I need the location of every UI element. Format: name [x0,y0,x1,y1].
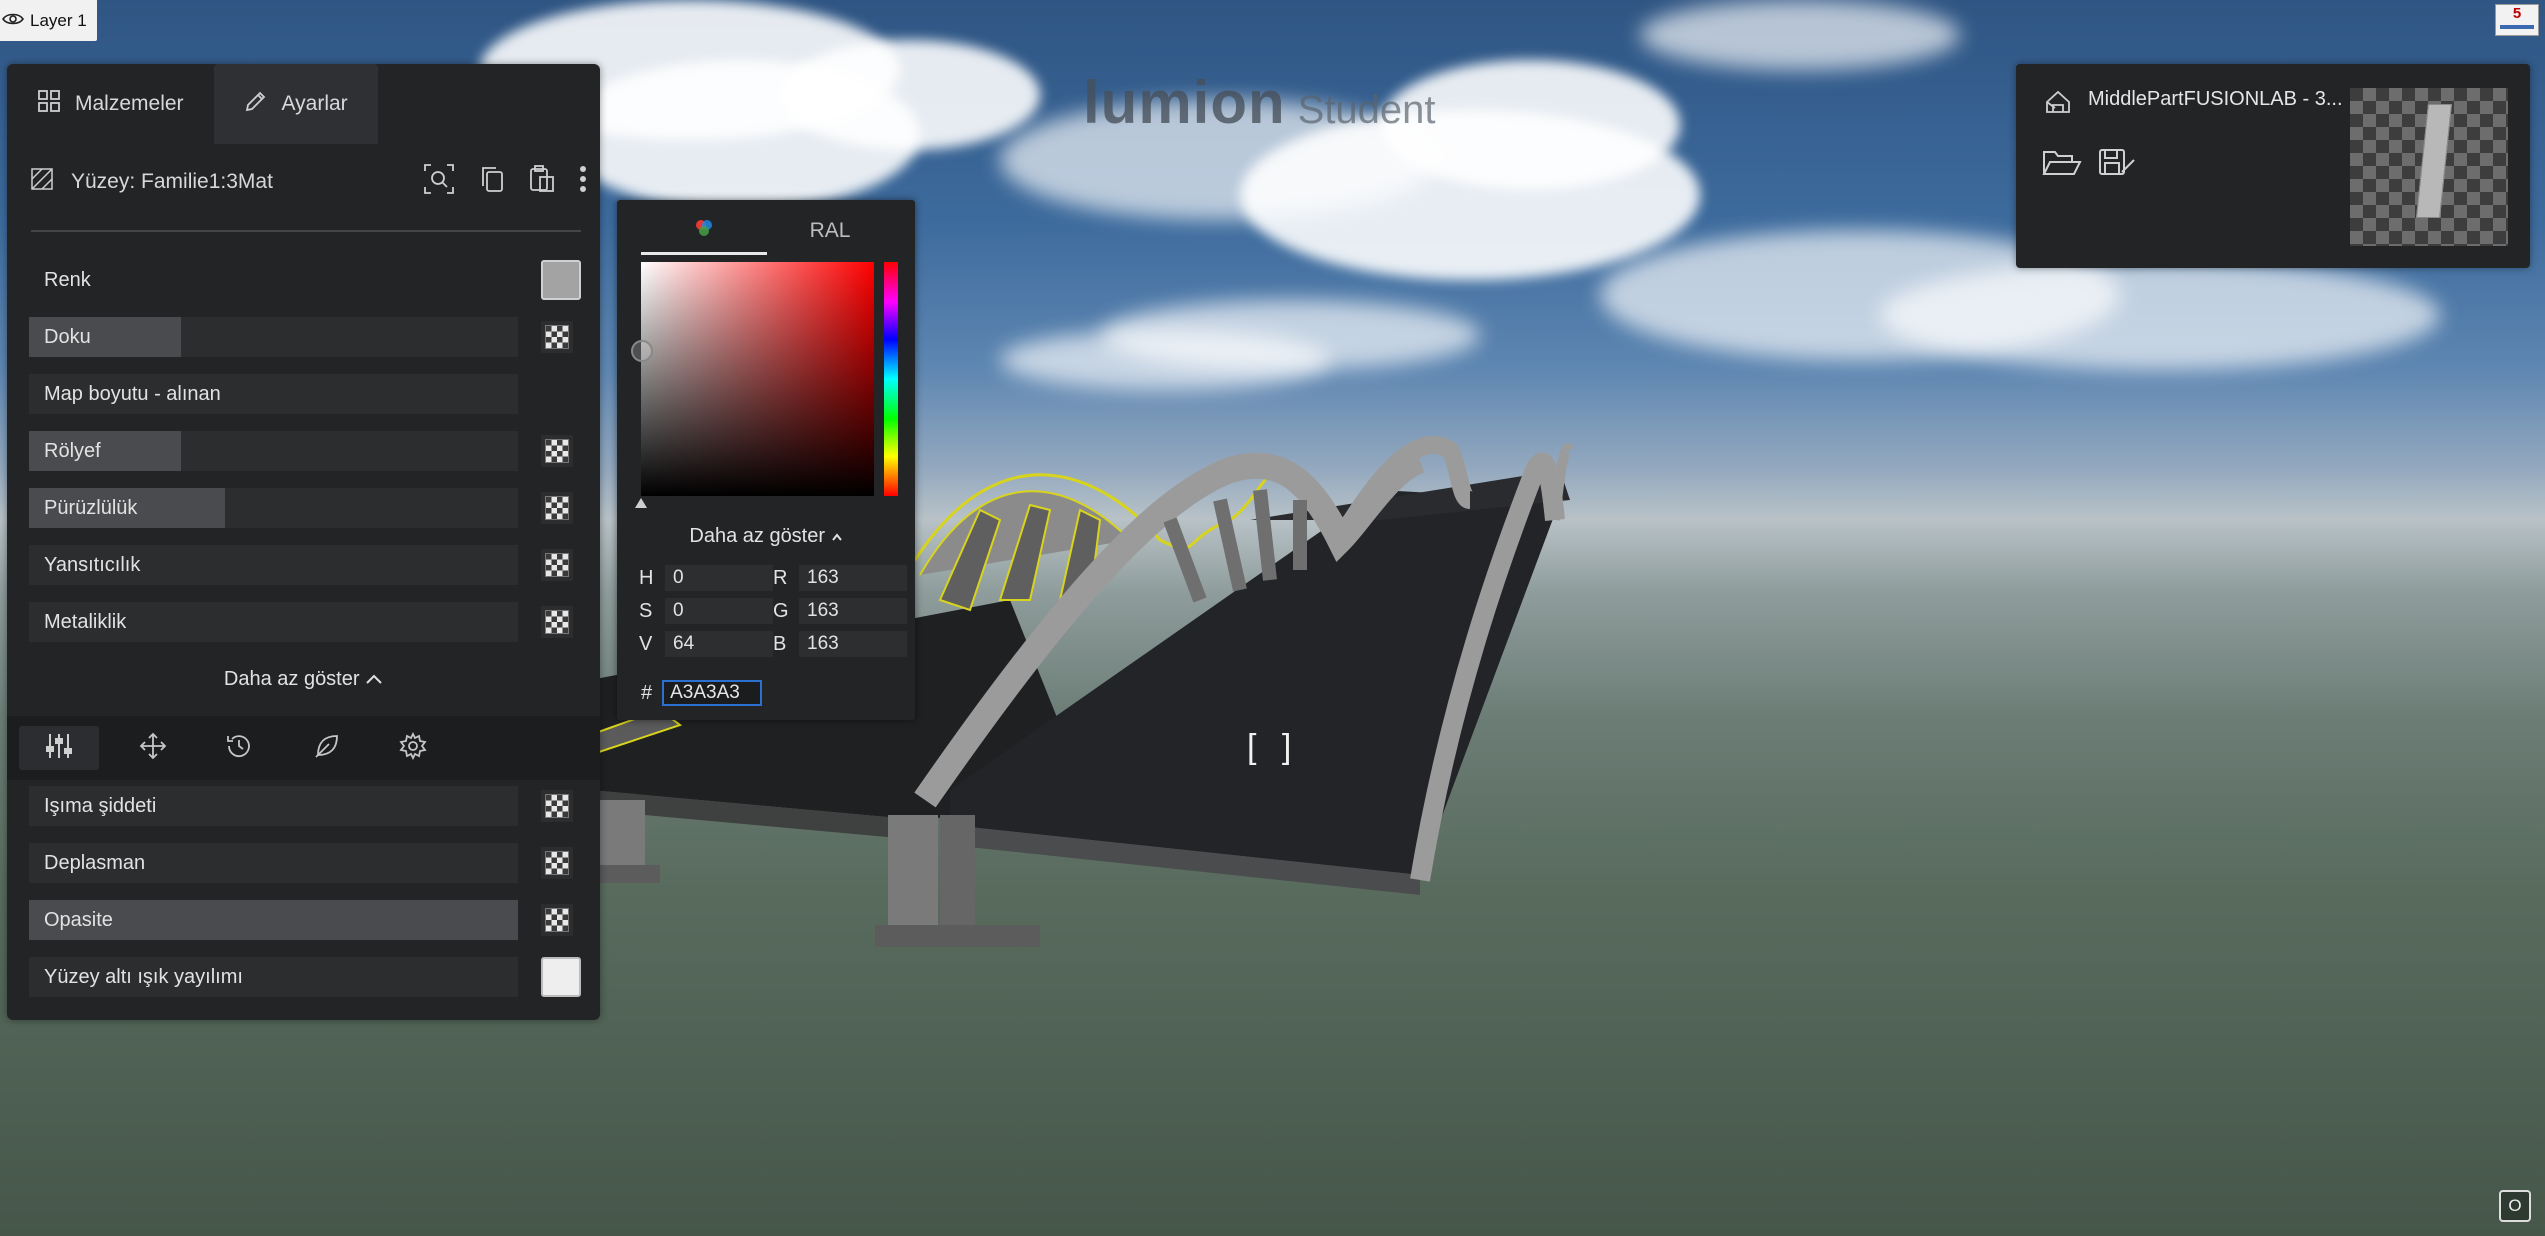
field-r[interactable]: R 163 [773,565,907,591]
color-cursor[interactable] [631,340,653,362]
property-label: Renk [44,269,91,291]
tab-color-wheel[interactable] [641,210,767,255]
property-label: Rölyef [44,440,101,462]
property-row-opacity[interactable]: Opasite [29,900,585,940]
show-less-label: Daha az göster [223,668,360,690]
field-h[interactable]: H0 [639,565,773,591]
opacity-map-icon[interactable] [541,904,573,936]
tab-settings-gear[interactable] [373,726,453,770]
grid-icon [37,89,61,119]
property-row-subsurface[interactable]: Yüzey altı ışık yayılımı [29,957,585,997]
focus-brackets-icon: [ ] [1247,728,1300,766]
roughness-map-icon[interactable] [541,492,573,524]
property-label: Doku [44,326,91,348]
emissive-map-icon[interactable] [541,790,573,822]
hex-label: # [641,681,653,704]
surface-name: Yüzey: Familie1:3Mat [71,170,273,193]
property-row-roughness[interactable]: Pürüzlülük [29,488,585,528]
caret-up-icon [831,525,843,547]
saturation-value-area[interactable] [641,262,874,496]
logo-main-text: lumion [1083,69,1286,136]
paste-icon[interactable] [529,165,555,199]
subsurface-color-swatch[interactable] [541,957,581,997]
divider [31,230,581,232]
property-label: Opasite [44,909,113,931]
relief-map-icon[interactable] [541,435,573,467]
chevron-up-icon [365,668,383,690]
layer-visibility-toggle[interactable]: Layer 1 [0,0,97,41]
property-row-emissive[interactable]: Işıma şiddeti [29,786,585,826]
tab-history[interactable] [199,726,279,770]
property-slider[interactable] [29,317,518,357]
lumion-logo: lumion Student [1083,68,1436,137]
tab-materials-label: Malzemeler [75,92,184,115]
eye-icon [2,11,24,31]
model-thumbnail [2350,88,2508,246]
open-folder-icon[interactable] [2042,148,2082,183]
tab-move[interactable] [113,726,193,770]
material-settings-panel: Malzemeler Ayarlar Yüzey: Familie1:3Mat [7,64,600,1020]
texture-map-icon[interactable] [541,321,573,353]
property-row-metallic[interactable]: Metaliklik [29,602,585,642]
property-label: Işıma şiddeti [44,795,157,817]
top-right-flag-icon[interactable]: 5 [2495,4,2539,36]
property-label: Map boyutu - alınan [44,383,221,405]
property-row-reflectivity[interactable]: Yansıtıcılık [29,545,585,585]
gear-icon [399,731,427,765]
tab-sliders[interactable] [19,726,99,770]
reflectivity-map-icon[interactable] [541,549,573,581]
bottom-tab-bar [7,716,600,780]
property-label: Pürüzlülük [44,497,138,519]
tab-settings-label: Ayarlar [281,92,348,115]
tab-settings[interactable]: Ayarlar [213,64,378,144]
property-row-map-size[interactable]: Map boyutu - alınan [29,374,585,414]
property-label: Metaliklik [44,611,127,633]
hatch-icon [31,168,53,196]
field-v[interactable]: V 64 [639,631,773,657]
overlay-toggle-button[interactable]: O [2499,1190,2531,1222]
model-icon [2044,88,2072,121]
picker-show-less-label: Daha az göster [689,525,826,547]
field-s[interactable]: S0 [639,598,773,624]
model-info-panel: MiddlePartFUSIONLAB - 3... [2016,64,2530,268]
history-icon [225,732,253,765]
move-icon [139,732,167,765]
pencil-icon [244,89,268,119]
metallic-map-icon[interactable] [541,606,573,638]
pick-material-icon[interactable] [423,163,455,201]
property-label: Yansıtıcılık [44,554,141,576]
surface-header: Yüzey: Familie1:3Mat [31,157,587,207]
field-b[interactable]: B 163 [773,631,907,657]
tab-materials[interactable]: Malzemeler [7,64,214,144]
property-label: Yüzey altı ışık yayılımı [44,966,243,988]
logo-sub-text: Student [1297,88,1436,132]
displacement-map-icon[interactable] [541,847,573,879]
hue-marker-icon [635,498,647,508]
property-row-texture[interactable]: Doku [29,317,585,357]
property-row-relief[interactable]: Rölyef [29,431,585,471]
flag-count: 5 [2512,5,2522,22]
property-row-color[interactable]: Renk [29,260,585,300]
show-less-button[interactable]: Daha az göster [7,668,600,691]
property-slider[interactable] [29,431,518,471]
hex-row: # [641,680,763,706]
save-icon[interactable] [2098,148,2138,183]
layer-label: Layer 1 [30,10,87,30]
hue-slider[interactable] [884,262,898,496]
property-row-displacement[interactable]: Deplasman [29,843,585,883]
more-options-icon[interactable] [579,165,587,199]
sliders-icon [45,733,73,764]
property-label: Deplasman [44,852,146,874]
color-swatch[interactable] [541,260,581,300]
field-g[interactable]: G 163 [773,598,907,624]
copy-icon[interactable] [479,165,505,199]
color-picker-popup: RAL Daha az göster H0 R 163 S0 G 163 V 64 B… [617,200,915,720]
tab-ral[interactable]: RAL [767,210,893,252]
hex-input[interactable] [662,680,763,706]
picker-show-less-button[interactable]: Daha az göster [617,525,915,548]
rgb-circles-icon [693,217,715,245]
leaf-icon [313,732,341,765]
model-title: MiddlePartFUSIONLAB - 3... [2088,88,2343,110]
tab-nature[interactable] [287,726,367,770]
